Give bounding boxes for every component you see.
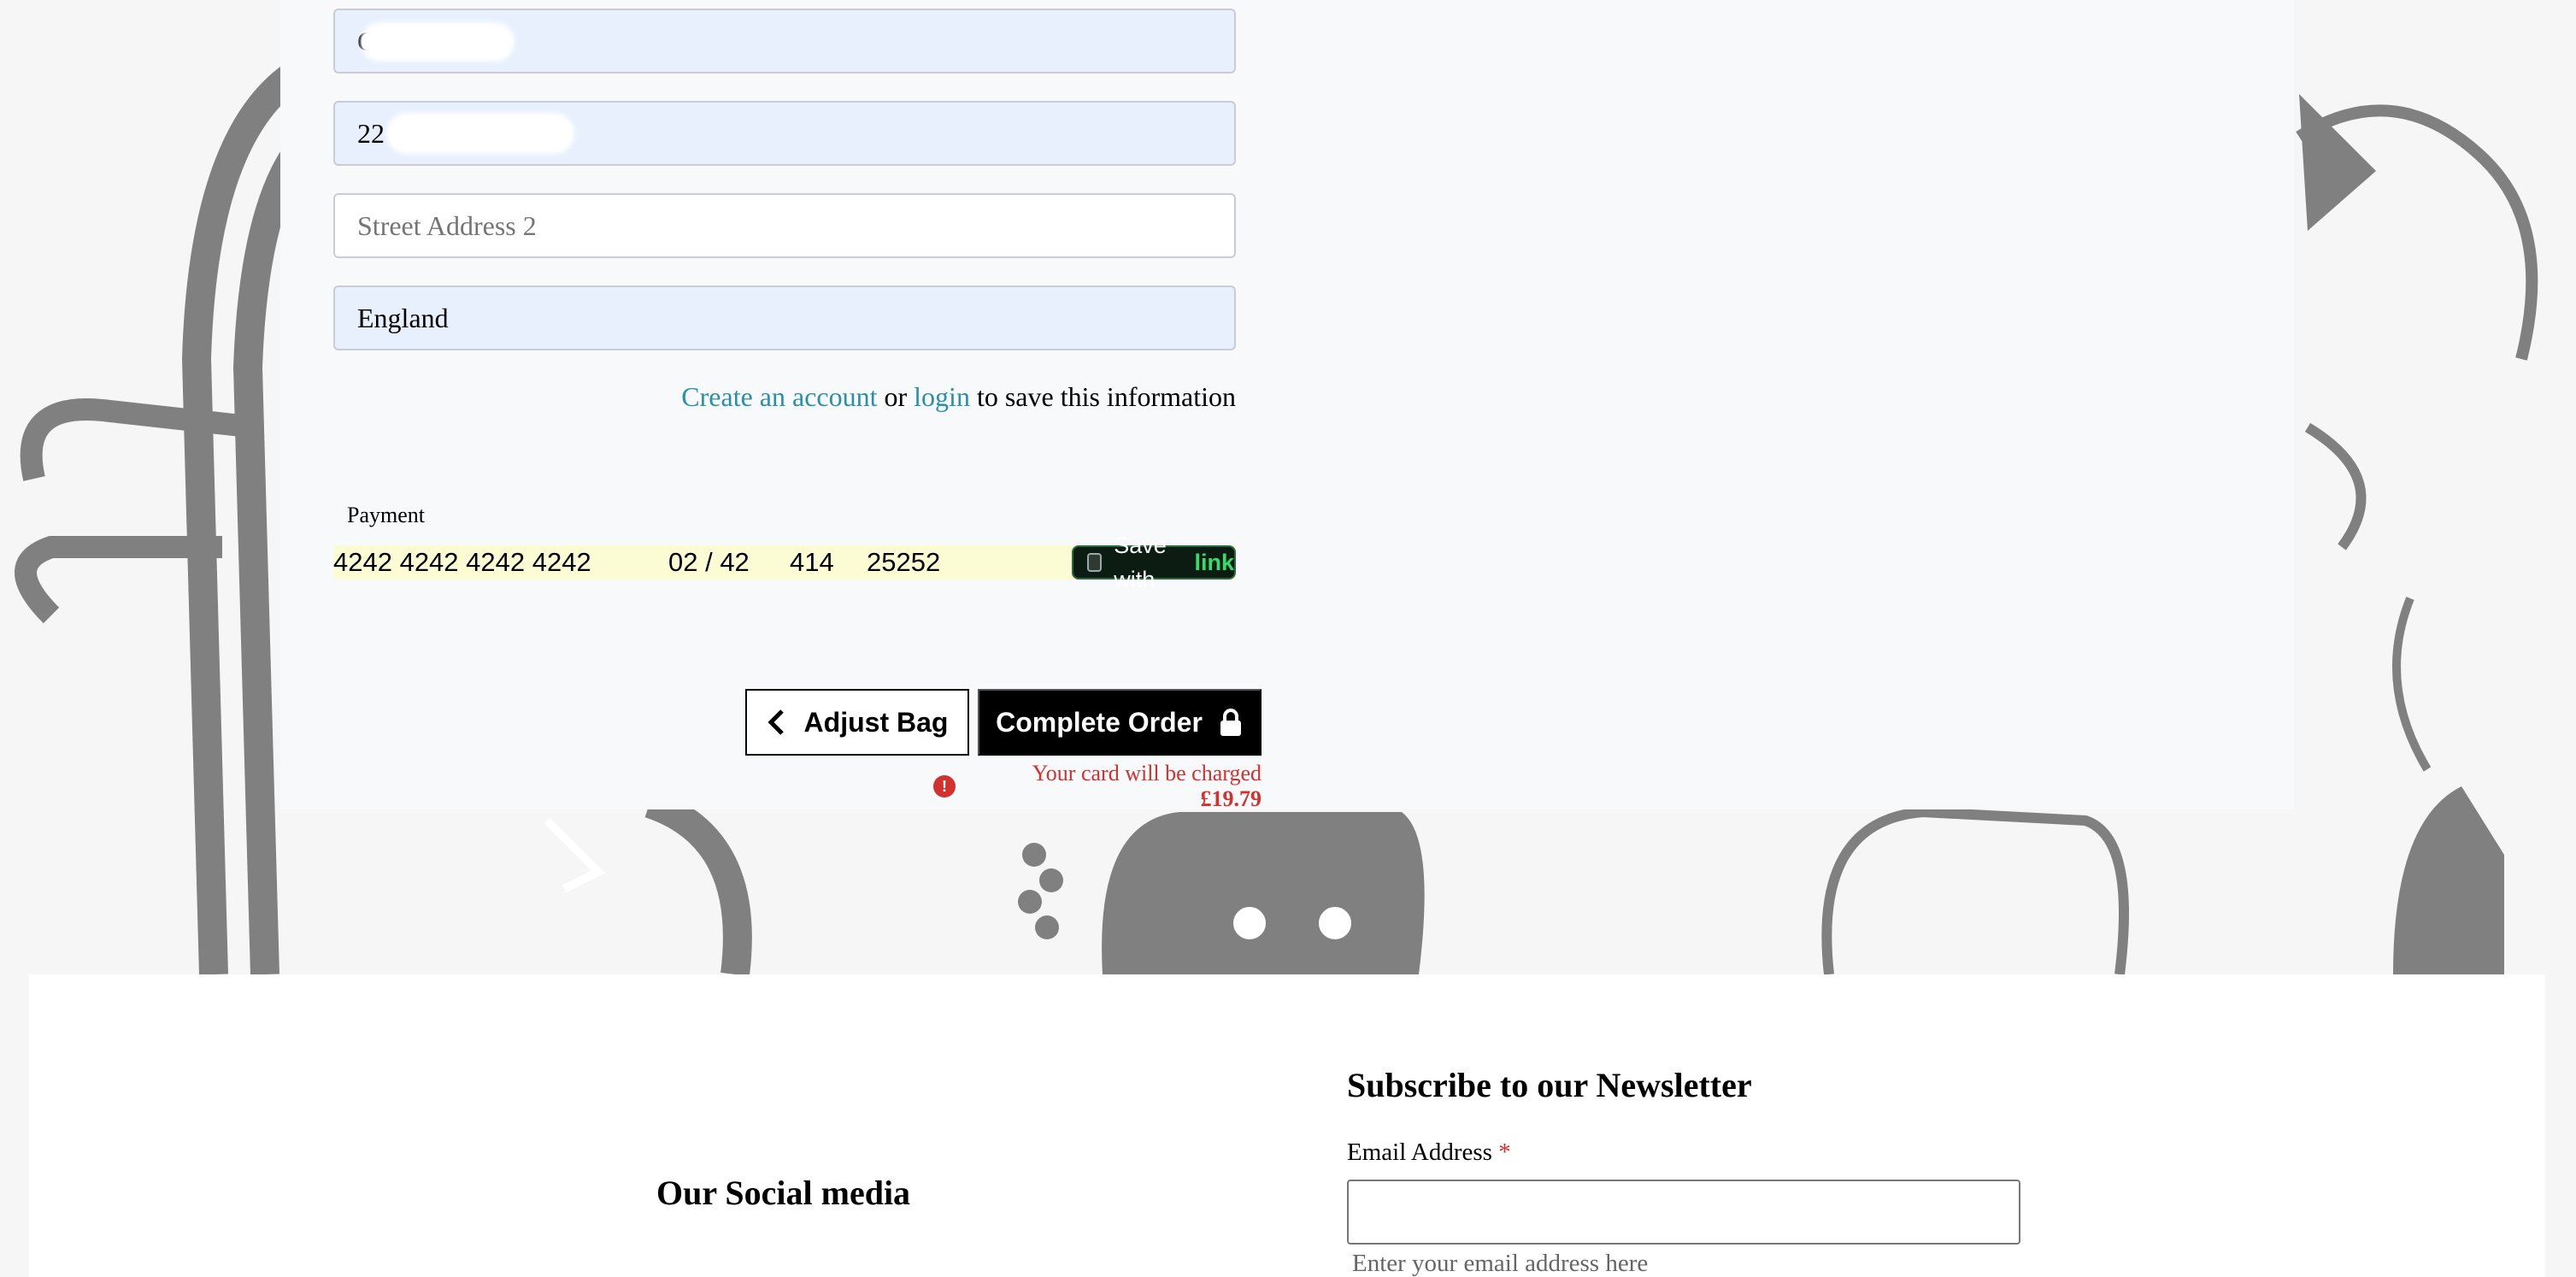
email-label-text: Email Address <box>1347 1139 1492 1166</box>
country-field[interactable]: England <box>333 285 1236 350</box>
complete-order-button[interactable]: Complete Order <box>978 689 1262 756</box>
page: C 22 cro Street Address 2 England Create… <box>0 0 2576 1277</box>
card-element[interactable]: 4242 4242 4242 4242 02 / 42 414 25252 Sa… <box>333 533 1236 592</box>
charge-notice-text: Your card will be charged <box>1032 761 1262 786</box>
charge-notice: ! Your card will be charged £19.79 <box>933 761 1262 812</box>
checkout-panel: C 22 cro Street Address 2 England Create… <box>280 0 2294 812</box>
account-prompt: Create an account or login to save this … <box>333 381 1236 413</box>
card-number-input[interactable]: 4242 4242 4242 4242 <box>333 545 591 580</box>
country-value: England <box>357 303 449 333</box>
charge-amount: £19.79 <box>1200 786 1262 811</box>
chevron-left-icon <box>768 709 784 735</box>
street-address-field[interactable]: 22 cro <box>333 101 1236 166</box>
account-or-text: or <box>884 381 908 412</box>
lock-icon <box>1220 709 1241 736</box>
link-brand: link <box>1194 550 1234 575</box>
create-account-link[interactable]: Create an account <box>681 381 877 412</box>
social-media-heading: Our Social media <box>656 1174 911 1212</box>
card-expiry-input[interactable]: 02 / 42 <box>668 545 750 580</box>
alert-icon: ! <box>933 775 956 797</box>
save-with-link-checkbox[interactable] <box>1087 553 1103 572</box>
street-address-2-placeholder: Street Address 2 <box>357 210 537 241</box>
complete-order-label: Complete Order <box>996 706 1203 738</box>
redaction-mark <box>361 22 515 62</box>
card-postcode-input[interactable]: 25252 <box>867 545 940 580</box>
email-hint: Enter your email address here <box>1352 1250 1649 1277</box>
redaction-mark <box>386 113 574 154</box>
login-link[interactable]: login <box>914 381 970 412</box>
newsletter-email-input[interactable] <box>1347 1180 2020 1245</box>
account-suffix-text: to save this information <box>976 381 1236 412</box>
newsletter-heading: Subscribe to our Newsletter <box>1347 1066 1752 1104</box>
payment-label: Payment <box>347 503 425 527</box>
adjust-bag-button[interactable]: Adjust Bag <box>745 689 969 756</box>
save-with-link-toggle[interactable]: Save with link <box>1072 533 1236 592</box>
email-label: Email Address * <box>1347 1139 1511 1167</box>
street-address-2-field[interactable]: Street Address 2 <box>333 193 1236 258</box>
adjust-bag-label: Adjust Bag <box>803 706 949 738</box>
required-mark: * <box>1498 1139 1511 1166</box>
card-cvc-input[interactable]: 414 <box>790 545 834 580</box>
footer: Our Social media Subscribe to our Newsle… <box>29 974 2545 1277</box>
save-with-label: Save with <box>1114 533 1167 592</box>
city-field[interactable]: C <box>333 9 1236 74</box>
